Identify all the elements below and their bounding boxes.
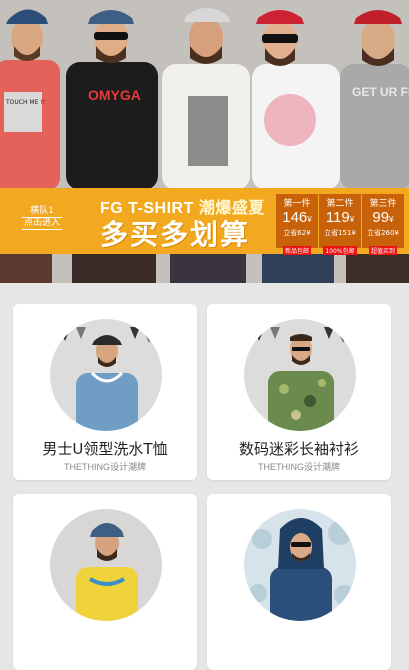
deal-save: 立省151¥ bbox=[324, 229, 356, 237]
product-card[interactable] bbox=[207, 494, 391, 670]
banner-entry-label-1: 横队1 bbox=[22, 206, 63, 218]
product-image bbox=[244, 509, 356, 621]
product-image bbox=[244, 319, 356, 431]
product-image bbox=[50, 319, 162, 431]
hero-banner[interactable]: TOUCH ME !! OMYGA GET UR FREAK ON 横队1 点击… bbox=[0, 0, 409, 283]
deal-save: 立省62¥ bbox=[283, 229, 311, 237]
deal-label: 第一件 bbox=[283, 199, 311, 209]
deal-tag: 新品包邮 bbox=[282, 246, 311, 255]
deal-price: 99 bbox=[372, 209, 390, 226]
product-card[interactable]: 男士U领型洗水T恤 THETHING设计潮牌 bbox=[13, 304, 197, 480]
promo-banner[interactable]: 横队1 点击进入 FG T-SHIRT 潮爆盛夏 多买多划算 第一件 146¥ … bbox=[0, 188, 409, 255]
deal-third-item[interactable]: 第三件 99¥ 立省260¥ 超值买到 bbox=[362, 194, 404, 255]
deal-label: 第二件 bbox=[326, 199, 354, 209]
banner-entry-link[interactable]: 横队1 点击进入 bbox=[22, 206, 63, 230]
deal-label: 第三件 bbox=[369, 199, 397, 209]
product-brand: THETHING设计潮牌 bbox=[64, 462, 146, 472]
model-2-print: OMYGA bbox=[88, 87, 141, 103]
product-name: 数码迷彩长袖衬衫 bbox=[238, 440, 359, 458]
product-brand: THETHING设计潮牌 bbox=[258, 462, 340, 472]
deal-second-item[interactable]: 第二件 119¥ 立省151¥ 100%包邮 bbox=[319, 194, 361, 255]
deal-currency: ¥ bbox=[307, 215, 312, 224]
deal-tag: 超值买到 bbox=[368, 246, 397, 255]
deal-first-item[interactable]: 第一件 146¥ 立省62¥ 新品包邮 bbox=[276, 194, 318, 255]
product-card[interactable] bbox=[13, 494, 197, 670]
banner-entry-label-2: 点击进入 bbox=[22, 218, 63, 230]
product-name: 男士U领型洗水T恤 bbox=[42, 440, 168, 458]
product-grid: 男士U领型洗水T恤 THETHING设计潮牌 数码迷彩长袖衬衫 THETHING… bbox=[0, 283, 409, 670]
deal-currency: ¥ bbox=[349, 215, 355, 224]
model-5-print: GET UR FREAK ON bbox=[352, 85, 409, 99]
banner-slogan: 多买多划算 bbox=[100, 218, 251, 251]
deal-tag: 100%包邮 bbox=[323, 246, 357, 255]
deal-save: 立省260¥ bbox=[367, 229, 399, 237]
deal-price: 146 bbox=[282, 209, 308, 226]
product-card[interactable]: 数码迷彩长袖衬衫 THETHING设计潮牌 bbox=[207, 304, 391, 480]
deal-currency: ¥ bbox=[389, 215, 394, 224]
deal-price: 119 bbox=[325, 209, 350, 226]
model-1-print: TOUCH ME !! bbox=[5, 99, 45, 106]
product-image bbox=[50, 509, 162, 621]
